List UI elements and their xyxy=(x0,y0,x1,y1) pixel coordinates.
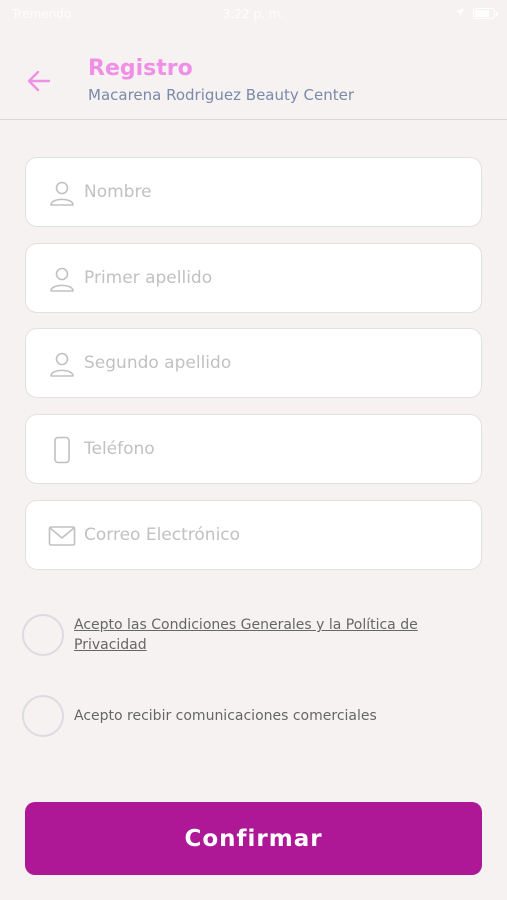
terms-line-1: Acepto las Condiciones Generales y la Po… xyxy=(74,617,418,633)
arrow-left-icon xyxy=(27,70,51,92)
correo-input[interactable] xyxy=(84,501,464,568)
user-icon xyxy=(50,267,74,292)
back-button[interactable] xyxy=(24,66,54,96)
terms-row: Acepto las Condiciones Generales y la Po… xyxy=(22,614,482,658)
terms-line-2: Privacidad xyxy=(74,637,147,653)
nombre-input[interactable] xyxy=(84,158,464,225)
correo-field[interactable] xyxy=(25,500,482,570)
location-icon xyxy=(455,6,465,20)
mail-icon xyxy=(48,526,76,546)
user-icon xyxy=(50,352,74,377)
telefono-input[interactable] xyxy=(84,415,464,482)
marketing-row: Acepto recibir comunicaciones comerciale… xyxy=(22,695,482,739)
marketing-checkbox[interactable] xyxy=(22,695,64,737)
header: Registro Macarena Rodriguez Beauty Cente… xyxy=(0,48,507,120)
nombre-field[interactable] xyxy=(25,157,482,227)
segundo-apellido-field[interactable] xyxy=(25,328,482,398)
primer-apellido-field[interactable] xyxy=(25,243,482,313)
phone-icon xyxy=(54,436,70,464)
page-subtitle: Macarena Rodriguez Beauty Center xyxy=(88,86,355,104)
confirm-button[interactable]: Confirmar xyxy=(25,802,482,875)
segundo-apellido-input[interactable] xyxy=(84,329,464,396)
telefono-field[interactable] xyxy=(25,414,482,484)
battery-icon xyxy=(473,7,498,19)
terms-checkbox[interactable] xyxy=(22,614,64,656)
terms-link[interactable]: Acepto las Condiciones Generales y la Po… xyxy=(74,615,418,655)
marketing-label: Acepto recibir comunicaciones comerciale… xyxy=(74,708,377,724)
status-bar: Tremendo 3:22 p. m. xyxy=(0,0,507,30)
page-title: Registro xyxy=(88,56,193,81)
primer-apellido-input[interactable] xyxy=(84,244,464,311)
status-icons xyxy=(455,6,498,20)
user-icon xyxy=(50,181,74,206)
status-time: 3:22 p. m. xyxy=(222,7,285,21)
